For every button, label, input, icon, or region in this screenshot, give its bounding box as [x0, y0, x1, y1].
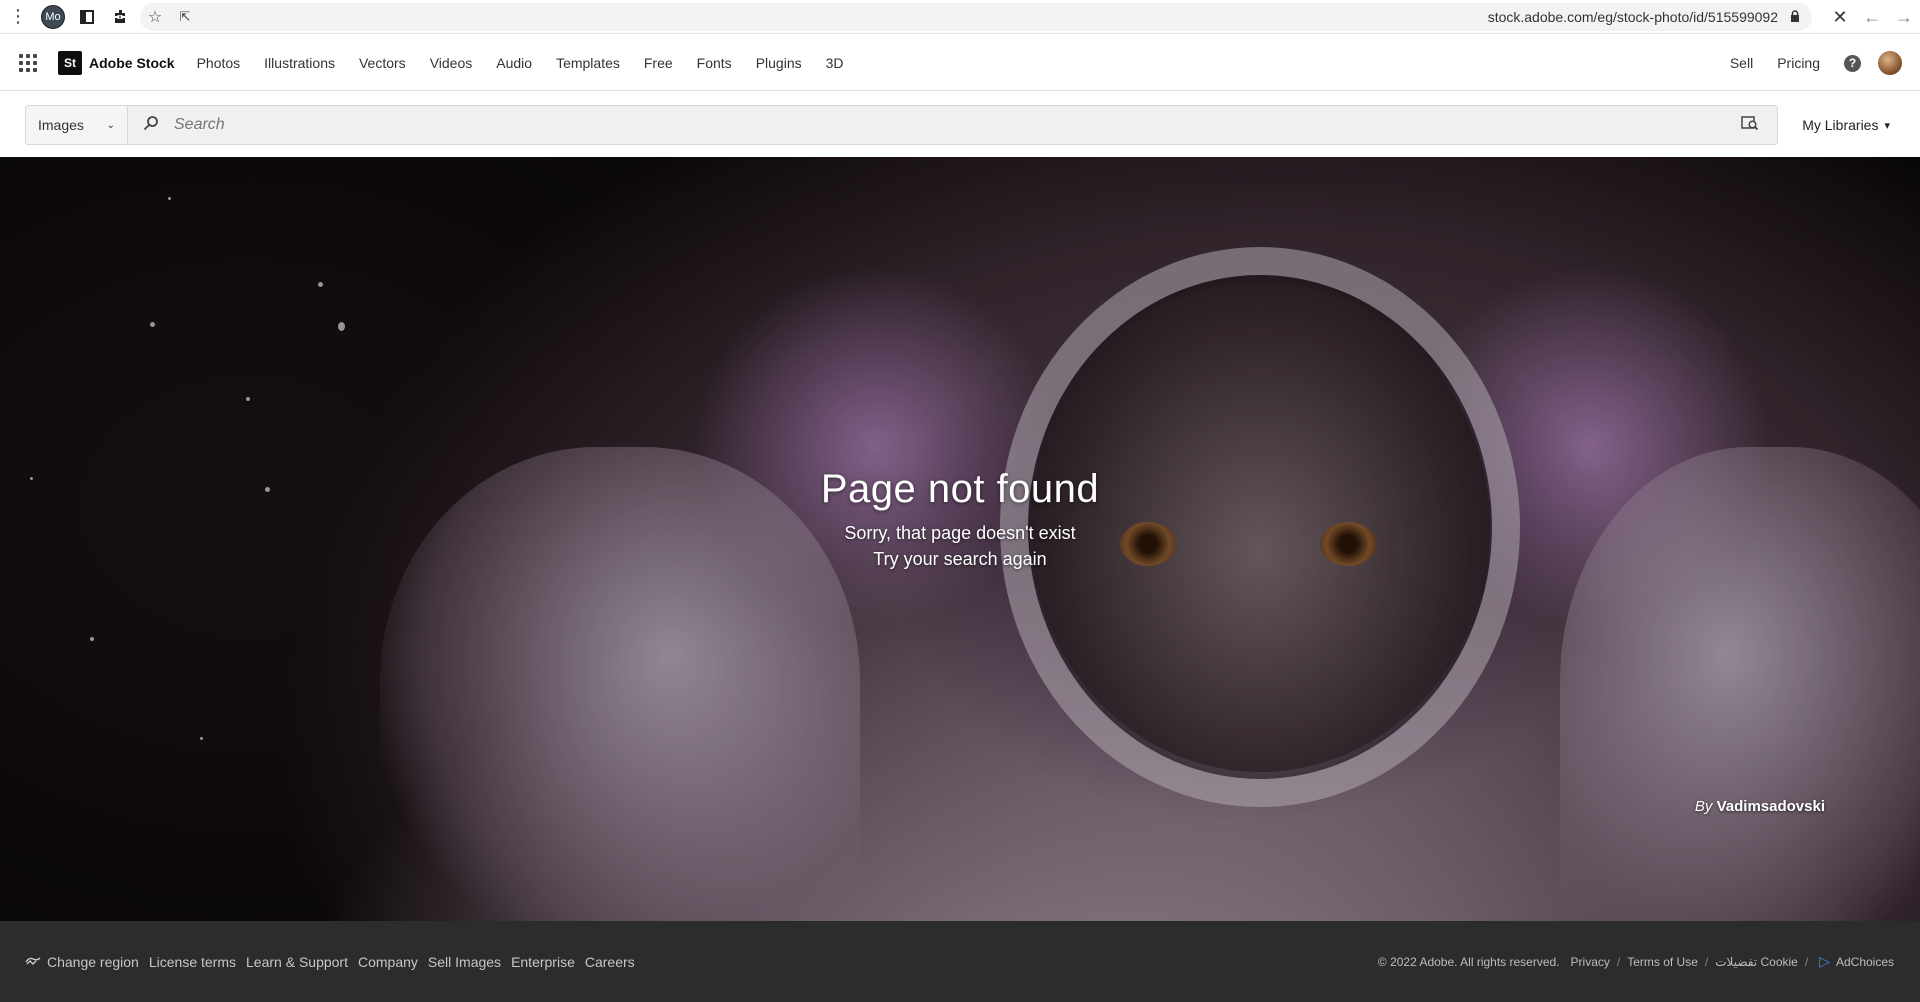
page-title: Page not found: [820, 467, 1100, 511]
chevron-down-icon: ⌄: [106, 119, 115, 131]
error-hint: Try your search again: [873, 549, 1047, 569]
back-arrow-icon[interactable]: ←: [1856, 0, 1888, 34]
forward-arrow-icon[interactable]: →: [1888, 0, 1920, 34]
cookie-preferences-link[interactable]: تفضيلات Cookie: [1715, 955, 1798, 969]
asset-type-select[interactable]: Images ⌄: [25, 105, 128, 145]
nav-plugins[interactable]: Plugins: [756, 55, 802, 71]
nav-audio[interactable]: Audio: [496, 55, 532, 71]
search-icon: [128, 115, 174, 136]
user-avatar[interactable]: [1878, 51, 1902, 75]
side-panel-icon[interactable]: [70, 0, 104, 34]
url-text: stock.adobe.com/eg/stock-photo/id/515599…: [1487, 9, 1778, 25]
profile-button[interactable]: Mo: [36, 0, 70, 34]
browser-toolbar: ⋮ Mo ☆ ⇱ stock.adobe.com/eg/stock-photo/…: [0, 0, 1920, 34]
nav-photos[interactable]: Photos: [197, 55, 241, 71]
extensions-puzzle-icon[interactable]: [104, 0, 138, 34]
nav-3d[interactable]: 3D: [826, 55, 844, 71]
share-page-icon[interactable]: ⇱: [170, 9, 200, 25]
my-libraries-button[interactable]: My Libraries ▾: [1802, 105, 1890, 145]
nav-templates[interactable]: Templates: [556, 55, 620, 71]
site-header: St Adobe Stock Photos Illustrations Vect…: [0, 35, 1920, 91]
error-subtitle: Sorry, that page doesn't exist: [844, 523, 1076, 543]
main-nav: Photos Illustrations Vectors Videos Audi…: [185, 55, 856, 71]
sell-images-link[interactable]: Sell Images: [428, 954, 501, 970]
brand-name: Adobe Stock: [89, 54, 175, 71]
address-bar[interactable]: ☆ ⇱ stock.adobe.com/eg/stock-photo/id/51…: [140, 3, 1812, 31]
terms-link[interactable]: Terms of Use: [1627, 955, 1698, 969]
sell-link[interactable]: Sell: [1730, 55, 1753, 71]
site-footer: Change region License terms Learn & Supp…: [0, 921, 1920, 1002]
license-terms-link[interactable]: License terms: [149, 954, 236, 970]
adchoices-link[interactable]: AdChoices: [1836, 955, 1894, 969]
lock-icon[interactable]: [1790, 9, 1800, 25]
pricing-link[interactable]: Pricing: [1777, 55, 1820, 71]
bookmark-star-icon[interactable]: ☆: [140, 7, 170, 27]
adchoices-icon[interactable]: ▷: [1819, 953, 1830, 970]
company-link[interactable]: Company: [358, 954, 418, 970]
nav-videos[interactable]: Videos: [430, 55, 473, 71]
profile-avatar: Mo: [41, 4, 65, 29]
learn-support-link[interactable]: Learn & Support: [246, 954, 348, 970]
asset-type-value: Images: [38, 117, 84, 133]
error-message: Page not found Sorry, that page doesn't …: [0, 467, 1920, 572]
nav-vectors[interactable]: Vectors: [359, 55, 406, 71]
careers-link[interactable]: Careers: [585, 954, 635, 970]
close-icon[interactable]: ✕: [1824, 0, 1856, 34]
change-region-link[interactable]: Change region: [47, 954, 139, 970]
search-input[interactable]: [174, 116, 1674, 134]
credit-author[interactable]: Vadimsadovski: [1717, 798, 1825, 815]
brand-mark: St: [58, 50, 82, 75]
chevron-down-icon: ▾: [1884, 119, 1890, 132]
visual-search-icon[interactable]: [1741, 115, 1759, 136]
kebab-menu-icon[interactable]: ⋮: [0, 0, 36, 34]
help-icon[interactable]: ?: [1844, 54, 1861, 72]
image-credit: By Vadimsadovski: [1695, 798, 1825, 815]
app-grid-icon: [19, 53, 37, 72]
nav-illustrations[interactable]: Illustrations: [264, 55, 335, 71]
nav-fonts[interactable]: Fonts: [697, 55, 732, 71]
nav-free[interactable]: Free: [644, 55, 673, 71]
search-bar-row: Images ⌄ My Libraries ▾: [0, 92, 1920, 156]
credit-by: By: [1694, 798, 1713, 815]
my-libraries-label: My Libraries: [1802, 117, 1879, 133]
globe-icon: [25, 955, 41, 969]
app-switcher-button[interactable]: [0, 35, 56, 91]
enterprise-link[interactable]: Enterprise: [511, 954, 575, 970]
hero-image: Page not found Sorry, that page doesn't …: [0, 157, 1920, 921]
privacy-link[interactable]: Privacy: [1571, 955, 1610, 969]
copyright-text: © 2022 Adobe. All rights reserved.: [1377, 954, 1560, 969]
search-field: [128, 105, 1778, 145]
adobe-stock-logo[interactable]: St Adobe Stock: [58, 50, 175, 75]
